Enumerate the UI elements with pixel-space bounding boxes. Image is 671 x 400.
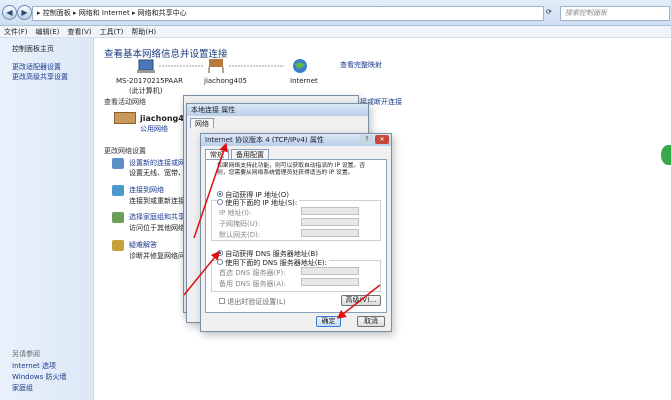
arrow-to-dialog — [193, 142, 228, 239]
arrow-to-dns — [183, 250, 220, 296]
arrow-to-ok — [336, 284, 381, 319]
annotation-arrows — [183, 142, 381, 319]
